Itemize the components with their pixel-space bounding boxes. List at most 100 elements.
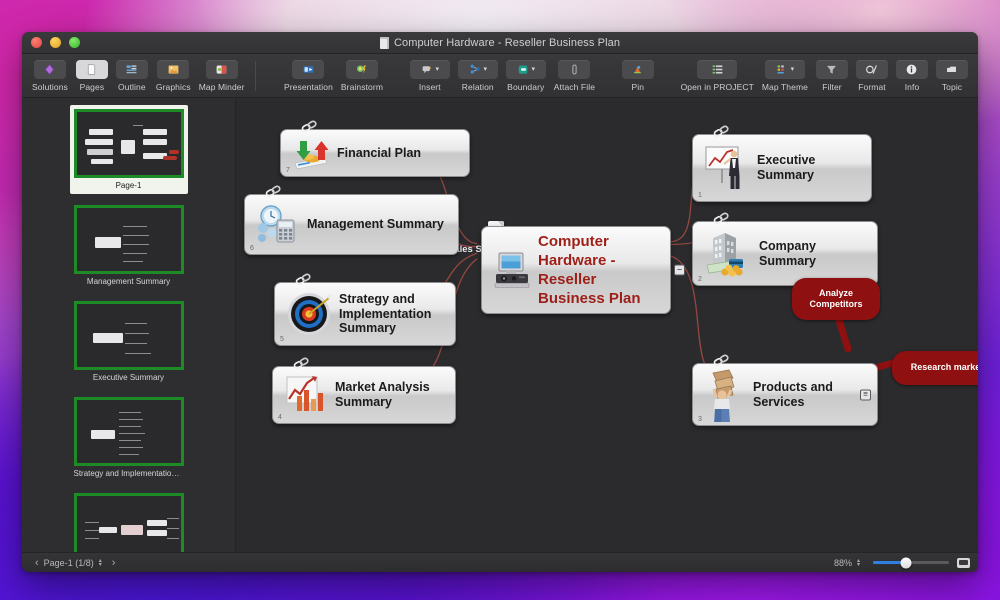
callout-analyze-competitors[interactable]: Analyze Competitors bbox=[792, 278, 880, 320]
central-topic-label: Computer Hardware - Reseller Business Pl… bbox=[538, 232, 660, 309]
topic-label: Executive Summary bbox=[757, 153, 861, 183]
topic-node-products-and-services[interactable]: Products and Services 3 ≡ bbox=[692, 363, 878, 426]
topic-number: 2 bbox=[698, 276, 702, 283]
toolbar-button-pin[interactable]: Pin bbox=[618, 60, 658, 92]
filter-icon bbox=[816, 60, 848, 79]
toolbar-button-topic[interactable]: Topic bbox=[932, 60, 972, 92]
toolbar-group-pin: Pin bbox=[618, 60, 658, 92]
work-area: Page-1 Management Summary bbox=[22, 98, 978, 552]
toolbar-label: Solutions bbox=[32, 82, 68, 92]
toolbar-button-solutions[interactable]: Solutions bbox=[28, 60, 72, 92]
callout-label: Research market bbox=[911, 362, 978, 373]
topic-label: Products and Services bbox=[753, 380, 867, 410]
collapse-toggle-products[interactable]: ≡ bbox=[860, 389, 871, 400]
zoom-level-label: 88% bbox=[834, 558, 852, 568]
toolbar-button-map-theme[interactable]: ▾ Map Theme bbox=[758, 60, 812, 92]
toolbar-button-brainstorm[interactable]: Brainstorm bbox=[337, 60, 387, 92]
thumbnail-caption: Page-1 bbox=[74, 181, 184, 190]
zoom-slider[interactable] bbox=[873, 561, 949, 564]
collapse-toggle-center[interactable]: − bbox=[674, 265, 685, 276]
thumbnail-card[interactable]: Executive Summary bbox=[70, 297, 188, 386]
sidebar-page-thumbnail[interactable]: Strategy and Implementation Su... bbox=[22, 393, 235, 482]
topic-node-financial-plan[interactable]: Financial Plan 7 bbox=[280, 129, 470, 177]
callout-research-market[interactable]: Research market bbox=[892, 351, 978, 385]
thumbnail-card[interactable]: Management Summary bbox=[70, 201, 188, 290]
image-icon bbox=[157, 60, 189, 79]
thumbnail-preview bbox=[74, 397, 184, 466]
topic-number: 4 bbox=[278, 414, 282, 421]
toolbar-label: Insert bbox=[419, 82, 441, 92]
toolbar-label: Info bbox=[905, 82, 920, 92]
sidebar-page-thumbnail[interactable]: Page-1 bbox=[22, 105, 235, 194]
topic-number: 3 bbox=[698, 416, 702, 423]
central-topic-node[interactable]: Computer Hardware - Reseller Business Pl… bbox=[481, 226, 671, 314]
application-window: Computer Hardware - Reseller Business Pl… bbox=[22, 32, 978, 572]
sidebar-page-thumbnail[interactable]: Market Analysis Summary bbox=[22, 489, 235, 552]
toolbar-button-boundary[interactable]: ▾ Boundary bbox=[502, 60, 550, 92]
toolbar-label: Map Minder bbox=[199, 82, 245, 92]
toolbar-button-relation[interactable]: ▾ Relation bbox=[454, 60, 502, 92]
pages-sidebar[interactable]: Page-1 Management Summary bbox=[22, 98, 236, 552]
toolbar-group-views: Solutions Pages Outlin bbox=[28, 60, 249, 92]
thumbnail-card[interactable]: Strategy and Implementation Su... bbox=[70, 393, 188, 482]
toolbar-group-insert: ▾ Insert ▾ Relation ▾ Boundary bbox=[406, 60, 599, 92]
toolbar-button-insert[interactable]: ▾ Insert bbox=[406, 60, 454, 92]
sidebar-page-thumbnail[interactable]: Management Summary bbox=[22, 201, 235, 290]
open-in-project-icon bbox=[697, 60, 737, 79]
money-arrows-icon bbox=[291, 133, 331, 173]
page-stepper[interactable]: ▴▾ bbox=[99, 559, 102, 567]
previous-page-button[interactable]: ‹ bbox=[30, 557, 44, 569]
toolbar-label: Pin bbox=[632, 82, 645, 92]
toolbar-button-info[interactable]: Info bbox=[892, 60, 932, 92]
toolbar-label: Brainstorm bbox=[341, 82, 383, 92]
map-theme-icon: ▾ bbox=[765, 60, 805, 79]
topic-label: Management Summary bbox=[307, 217, 444, 232]
toolbar-button-presentation[interactable]: Presentation bbox=[280, 60, 337, 92]
presentation-icon bbox=[292, 60, 324, 79]
topic-node-strategy-implementation-summary[interactable]: Strategy and Implementation Summary 5 bbox=[274, 282, 456, 346]
window-titlebar: Computer Hardware - Reseller Business Pl… bbox=[22, 32, 978, 54]
page-indicator: Page-1 (1/8) bbox=[44, 558, 94, 568]
window-title-text: Computer Hardware - Reseller Business Pl… bbox=[394, 37, 620, 49]
thumbnail-preview bbox=[74, 109, 184, 178]
toolbar-label: Outline bbox=[118, 82, 146, 92]
toolbar-button-pages[interactable]: Pages bbox=[72, 60, 112, 92]
window-title: Computer Hardware - Reseller Business Pl… bbox=[22, 37, 978, 49]
thumbnail-caption: Executive Summary bbox=[74, 373, 184, 382]
presenter-icon bbox=[703, 142, 751, 194]
topic-node-company-summary[interactable]: Company Summary 2 bbox=[692, 221, 878, 286]
toolbar-label: Topic bbox=[942, 82, 962, 92]
zoom-slider-knob[interactable] bbox=[901, 557, 912, 568]
topic-label: Financial Plan bbox=[337, 146, 421, 161]
toolbar-label: Pages bbox=[80, 82, 105, 92]
toolbar-label: Open in PROJECT bbox=[681, 82, 754, 92]
boundary-icon: ▾ bbox=[506, 60, 546, 79]
toolbar-button-graphics[interactable]: Graphics bbox=[152, 60, 195, 92]
toolbar-separator bbox=[255, 61, 256, 91]
insert-icon: ▾ bbox=[410, 60, 450, 79]
zoom-stepper[interactable]: ▴▾ bbox=[857, 559, 860, 567]
sidebar-page-thumbnail[interactable]: Executive Summary bbox=[22, 297, 235, 386]
diamond-icon bbox=[34, 60, 66, 79]
toolbar-button-open-in-project[interactable]: Open in PROJECT bbox=[677, 60, 758, 92]
toolbar-button-attach-file[interactable]: Attach File bbox=[550, 60, 599, 92]
next-page-button[interactable]: › bbox=[107, 557, 121, 569]
thumbnail-preview bbox=[74, 301, 184, 370]
thumbnail-card-selected[interactable]: Page-1 bbox=[70, 105, 188, 194]
outline-icon bbox=[116, 60, 148, 79]
thumbnail-card[interactable]: Market Analysis Summary bbox=[70, 489, 188, 552]
chevron-down-icon: ▾ bbox=[484, 65, 488, 73]
thumbnail-caption: Management Summary bbox=[74, 277, 184, 286]
topic-node-executive-summary[interactable]: Executive Summary 1 bbox=[692, 134, 872, 202]
toolbar-button-filter[interactable]: Filter bbox=[812, 60, 852, 92]
toolbar-button-outline[interactable]: Outline bbox=[112, 60, 152, 92]
status-bar: ‹ Page-1 (1/8) ▴▾ › 88% ▴▾ bbox=[22, 552, 978, 572]
desktop-computer-icon bbox=[492, 250, 532, 290]
toolbar-button-format[interactable]: Format bbox=[852, 60, 892, 92]
mind-map-canvas[interactable]: Sales Strategy Guide bbox=[236, 98, 978, 552]
thumbnail-preview bbox=[74, 493, 184, 552]
topic-node-management-summary[interactable]: Management Summary 6 bbox=[244, 194, 459, 255]
topic-node-market-analysis-summary[interactable]: Market Analysis Summary 4 bbox=[272, 366, 456, 424]
fit-page-icon[interactable] bbox=[957, 558, 970, 568]
toolbar-button-map-minder[interactable]: Map Minder bbox=[195, 60, 249, 92]
